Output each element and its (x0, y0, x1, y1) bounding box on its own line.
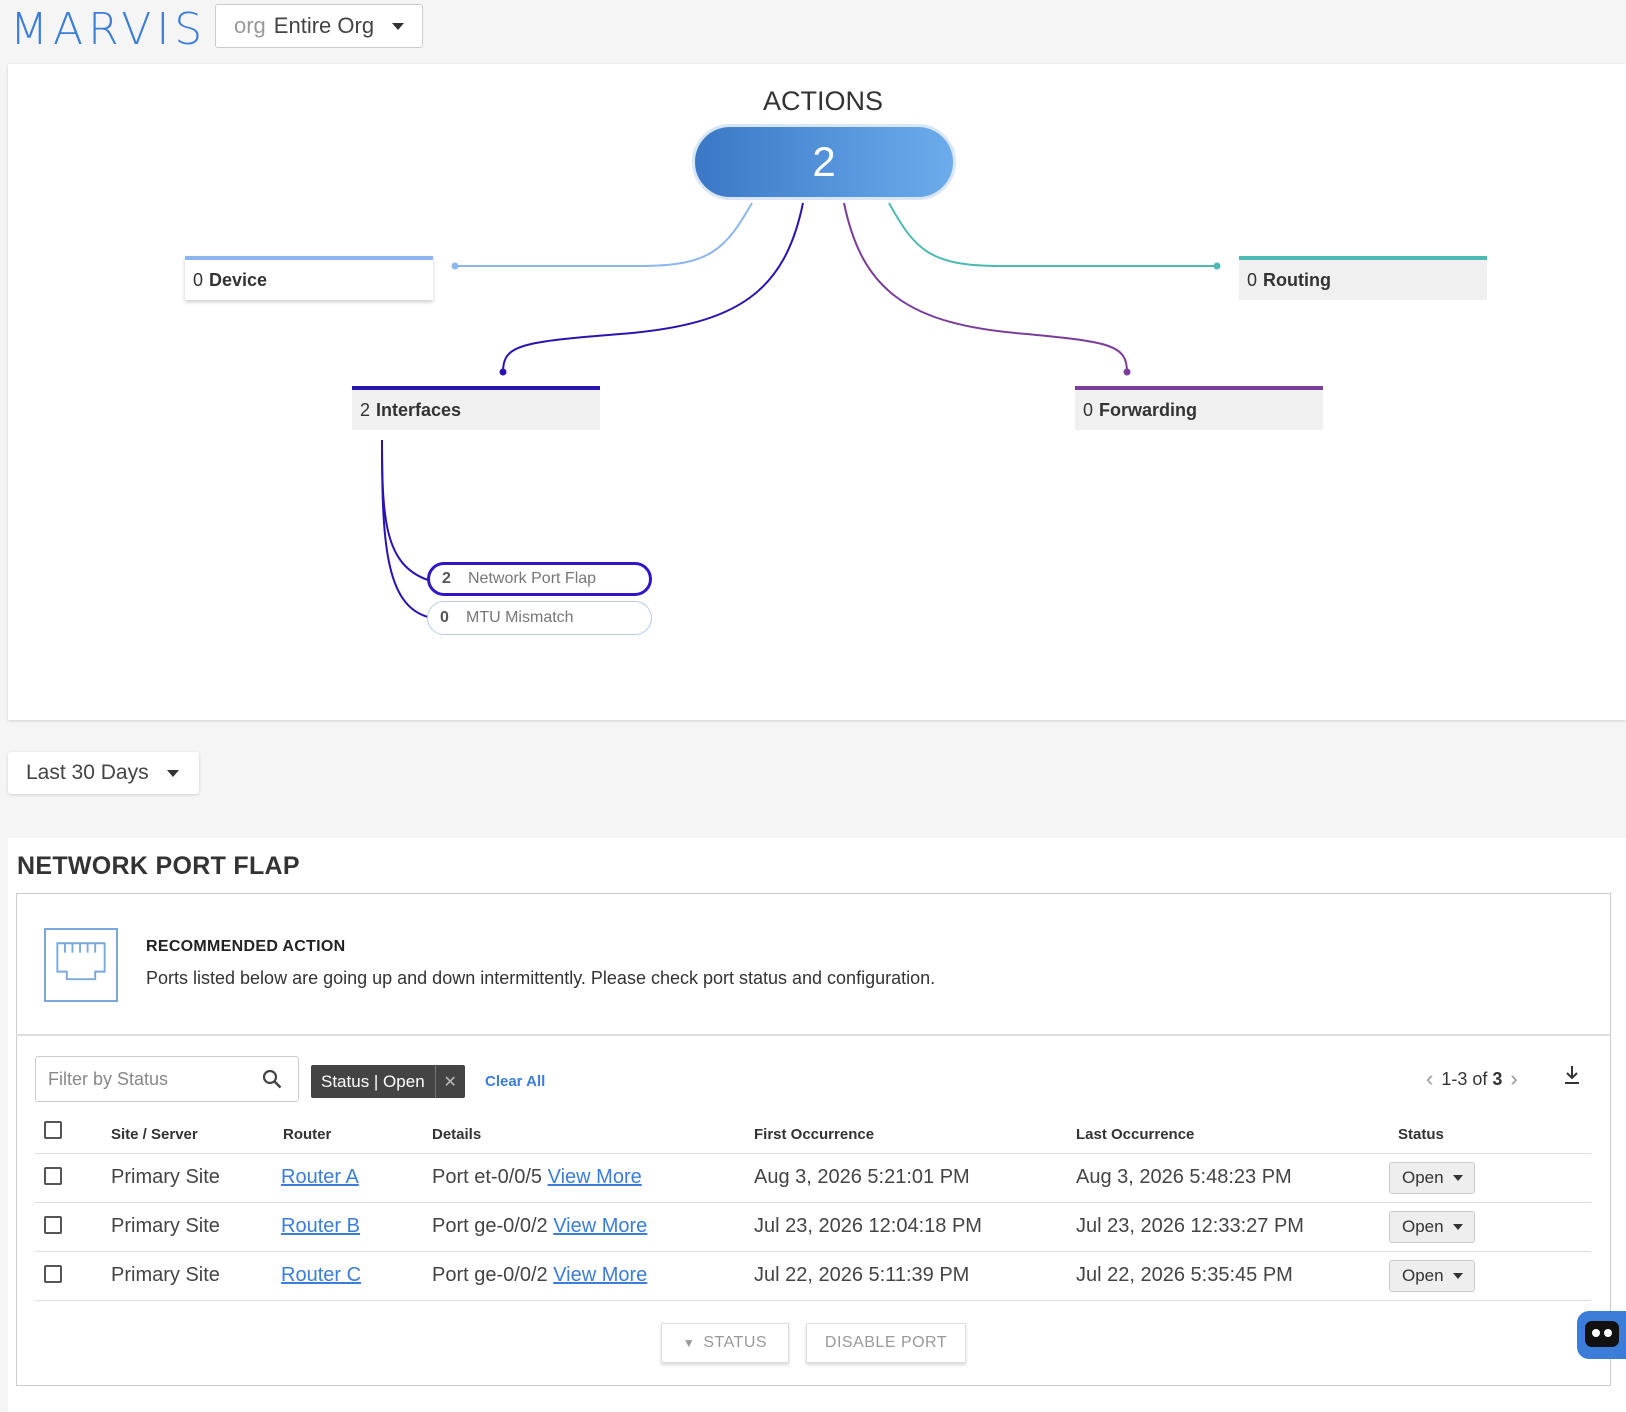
chevron-left-icon[interactable]: ‹ (1426, 1066, 1433, 1092)
row-site: Primary Site (111, 1215, 220, 1237)
section-title: NETWORK PORT FLAP (17, 852, 300, 880)
row-router-link[interactable]: Router A (281, 1166, 359, 1189)
bulk-status-label: STATUS (703, 1334, 768, 1351)
actions-total[interactable]: 2 (692, 124, 956, 200)
row-site: Primary Site (111, 1264, 220, 1286)
time-range-value: Last 30 Days (26, 761, 149, 784)
row-details: Port et-0/0/5 View More (432, 1166, 642, 1189)
row-details: Port ge-0/0/2 View More (432, 1264, 647, 1287)
close-icon[interactable]: ✕ (434, 1065, 465, 1098)
column-header-status[interactable]: Status (1398, 1126, 1444, 1143)
chevron-down-icon (1452, 1273, 1463, 1279)
view-more-link[interactable]: View More (553, 1215, 647, 1237)
view-more-link[interactable]: View More (548, 1166, 642, 1188)
status-filter-chip: Status | Open ✕ (311, 1065, 465, 1098)
pager-range: 1-3 of (1441, 1068, 1488, 1089)
subitem-count: 2 (442, 570, 451, 587)
disable-port-button[interactable]: DISABLE PORT (806, 1323, 966, 1363)
subitem-label: MTU Mismatch (466, 609, 574, 626)
row-status-value: Open (1402, 1217, 1444, 1236)
chevron-down-icon (166, 769, 179, 777)
category-forwarding-label: Forwarding (1099, 399, 1198, 420)
org-prefix: org (234, 13, 266, 38)
row-last-occurrence: Jul 23, 2026 12:33:27 PM (1076, 1215, 1304, 1237)
row-status-value: Open (1402, 1168, 1444, 1187)
row-router-link[interactable]: Router C (281, 1264, 361, 1287)
row-checkbox[interactable] (44, 1167, 62, 1185)
org-selector[interactable]: org Entire Org (215, 4, 423, 48)
row-first-occurrence: Aug 3, 2026 5:21:01 PM (754, 1166, 970, 1188)
ethernet-port-icon (44, 928, 118, 1002)
row-port: Port ge-0/0/2 (432, 1264, 548, 1286)
recommended-action-text: Ports listed below are going up and down… (146, 968, 936, 988)
category-device[interactable]: 0 Device (185, 256, 433, 300)
table-row: Primary Site Router B Port ge-0/0/2 View… (35, 1203, 1591, 1252)
table-row: Primary Site Router A Port et-0/0/5 View… (35, 1154, 1591, 1203)
row-first-occurrence: Jul 23, 2026 12:04:18 PM (754, 1215, 982, 1237)
row-status-dropdown[interactable]: Open (1389, 1162, 1475, 1194)
subitem-network-port-flap[interactable]: 2 Network Port Flap (427, 562, 652, 596)
disable-port-label: DISABLE PORT (824, 1334, 948, 1351)
column-header-details[interactable]: Details (432, 1126, 481, 1143)
chevron-down-icon (1452, 1224, 1463, 1230)
select-all-checkbox[interactable] (44, 1121, 62, 1139)
column-header-site[interactable]: Site / Server (111, 1126, 198, 1143)
column-header-router[interactable]: Router (283, 1126, 331, 1143)
category-routing-count: 0 (1247, 269, 1258, 290)
category-device-label: Device (209, 269, 268, 290)
row-first-occurrence: Jul 22, 2026 5:11:39 PM (754, 1264, 970, 1286)
category-routing[interactable]: 0 Routing (1239, 256, 1487, 300)
actions-title: ACTIONS (762, 86, 883, 116)
chip-label: Status | Open (321, 1071, 425, 1091)
bulk-status-button[interactable]: ▼ STATUS (661, 1323, 789, 1363)
category-device-count: 0 (193, 269, 204, 290)
row-status-dropdown[interactable]: Open (1389, 1260, 1475, 1292)
chat-bot-icon[interactable] (1577, 1311, 1626, 1359)
row-last-occurrence: Aug 3, 2026 5:48:23 PM (1076, 1166, 1292, 1188)
subitem-label: Network Port Flap (468, 570, 597, 587)
category-interfaces-count: 2 (360, 399, 371, 420)
column-header-first-occurrence[interactable]: First Occurrence (754, 1126, 874, 1143)
search-icon[interactable] (262, 1069, 282, 1089)
pagination: ‹ 1-3 of 3 › (1418, 1066, 1526, 1092)
row-checkbox[interactable] (44, 1216, 62, 1234)
org-value: Entire Org (273, 13, 375, 38)
row-port: Port ge-0/0/2 (432, 1215, 548, 1237)
row-last-occurrence: Jul 22, 2026 5:35:45 PM (1076, 1264, 1293, 1286)
time-range-select[interactable]: Last 30 Days (8, 752, 199, 794)
marvis-logo: MARVIS (10, 4, 208, 55)
category-forwarding[interactable]: 0 Forwarding (1075, 386, 1323, 430)
download-icon[interactable] (1562, 1064, 1582, 1086)
row-status-dropdown[interactable]: Open (1389, 1211, 1475, 1243)
column-header-last-occurrence[interactable]: Last Occurrence (1076, 1126, 1194, 1143)
category-routing-label: Routing (1263, 269, 1331, 290)
pager-total: 3 (1492, 1068, 1503, 1089)
row-details: Port ge-0/0/2 View More (432, 1215, 647, 1238)
subitem-count: 0 (440, 609, 449, 626)
table-row: Primary Site Router C Port ge-0/0/2 View… (35, 1252, 1591, 1301)
row-checkbox[interactable] (44, 1265, 62, 1283)
chevron-down-icon (392, 22, 405, 30)
chevron-down-icon (1452, 1175, 1463, 1181)
recommended-action-area (16, 893, 1611, 1036)
category-interfaces-label: Interfaces (376, 399, 462, 420)
category-forwarding-count: 0 (1083, 399, 1094, 420)
row-site: Primary Site (111, 1166, 220, 1188)
filter-status-input[interactable] (35, 1056, 299, 1102)
row-status-value: Open (1402, 1266, 1444, 1285)
category-interfaces[interactable]: 2 Interfaces (352, 386, 600, 430)
row-router-link[interactable]: Router B (281, 1215, 360, 1238)
triangle-down-icon: ▼ (682, 1336, 696, 1350)
row-port: Port et-0/0/5 (432, 1166, 543, 1188)
subitem-mtu-mismatch[interactable]: 0 MTU Mismatch (427, 601, 652, 635)
chevron-right-icon[interactable]: › (1510, 1066, 1517, 1092)
clear-all-link[interactable]: Clear All (485, 1073, 545, 1090)
recommended-action-title: RECOMMENDED ACTION (146, 938, 346, 955)
view-more-link[interactable]: View More (553, 1264, 647, 1286)
